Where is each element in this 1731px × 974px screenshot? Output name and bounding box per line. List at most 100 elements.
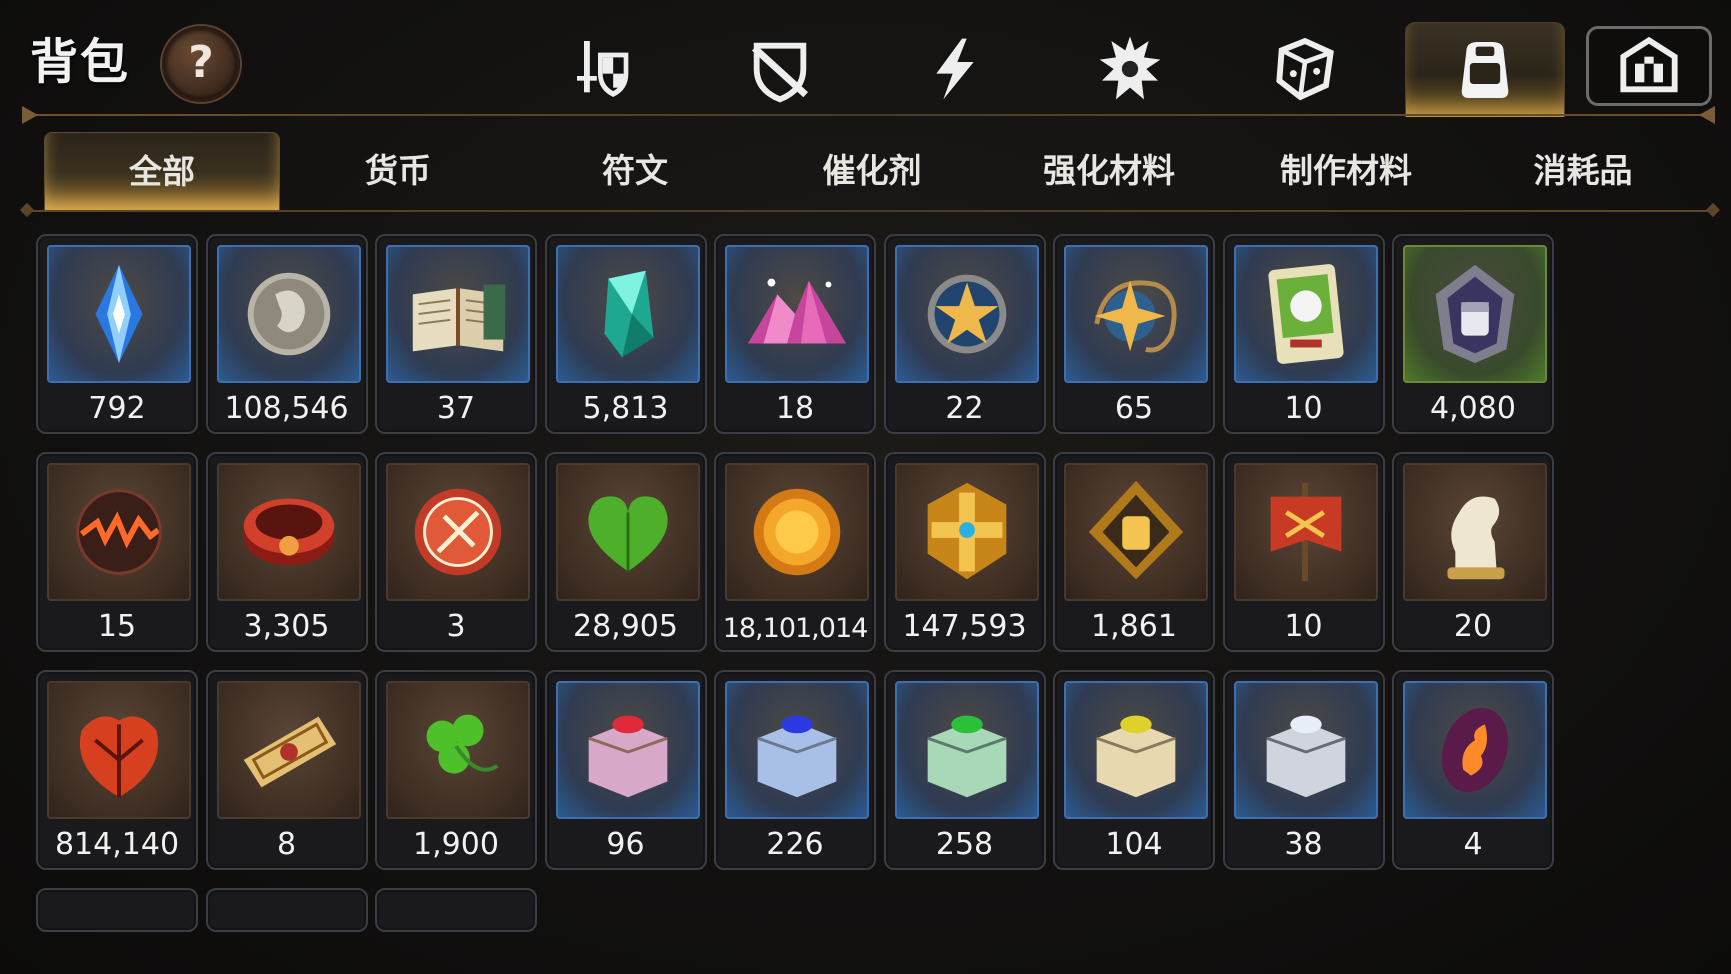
lightning-icon <box>936 38 974 100</box>
inventory-item[interactable]: 1,861 <box>1053 452 1215 652</box>
item-count: 96 <box>606 827 645 862</box>
fire-stone-icon <box>1441 707 1509 793</box>
item-count: 18,101,014 <box>722 613 869 644</box>
inventory-item[interactable]: 1,900 <box>375 670 537 870</box>
tab-runes[interactable]: 符文 <box>518 132 752 210</box>
inventory-item[interactable]: 3,305 <box>205 452 368 652</box>
pink-ore-icon <box>747 278 847 344</box>
red-ring-icon <box>243 498 334 566</box>
teal-crystal-icon <box>603 270 654 358</box>
tab-lightning[interactable] <box>880 22 1030 116</box>
inventory-grid: 792 108,546 37 5,813 18 22 65 10 4,080 15 3,305 3 28… <box>36 234 1696 974</box>
inventory-item[interactable]: 792 <box>36 234 198 434</box>
inventory-item[interactable]: 18 <box>714 234 876 434</box>
inventory-item-partial[interactable] <box>36 888 198 932</box>
inventory-item[interactable]: 28,905 <box>544 452 707 652</box>
item-count: 814,140 <box>54 827 180 862</box>
item-count: 37 <box>436 391 476 426</box>
tab-castle[interactable] <box>1586 26 1712 106</box>
gold-gem-chest-icon <box>1096 715 1176 798</box>
tab-sword-shield[interactable] <box>530 22 680 116</box>
red-banner-icon <box>1270 482 1341 582</box>
item-icon-frame <box>1403 463 1547 601</box>
inventory-item[interactable]: 96 <box>544 670 707 870</box>
inventory-item-partial[interactable] <box>205 888 368 932</box>
blue-gem-chest-icon <box>757 715 837 798</box>
item-count: 108,546 <box>224 391 349 426</box>
spiky-emblem-icon <box>1099 36 1161 100</box>
item-icon-frame <box>725 245 869 383</box>
inventory-item[interactable]: 20 <box>1392 452 1554 652</box>
item-icon-frame <box>1233 681 1378 819</box>
item-count: 1,861 <box>1091 609 1177 644</box>
item-icon-frame <box>216 245 361 383</box>
inventory-item[interactable]: 8 <box>205 670 368 870</box>
shield-slash-icon <box>751 42 809 103</box>
blue-crystal-icon <box>95 264 143 364</box>
item-icon-frame <box>555 463 700 601</box>
star-amulet-icon <box>1094 280 1177 353</box>
tab-enhance-materials[interactable]: 强化材料 <box>992 132 1226 210</box>
item-icon-frame <box>47 245 191 383</box>
tab-spiky-emblem[interactable] <box>1055 22 1205 116</box>
header-bar: 背包 ? <box>0 0 1731 124</box>
tab-shield-slash[interactable] <box>705 22 855 116</box>
item-icon-frame <box>725 463 869 601</box>
item-icon-frame <box>386 463 530 601</box>
item-count: 20 <box>1453 609 1493 644</box>
tab-crafting-materials[interactable]: 制作材料 <box>1229 132 1463 210</box>
inventory-item[interactable]: 22 <box>883 234 1046 434</box>
tab-all[interactable]: 全部 <box>44 132 280 211</box>
inventory-item[interactable]: 18,101,014 <box>714 452 876 652</box>
page-title: 背包 <box>30 34 131 90</box>
help-button[interactable]: ? <box>162 26 240 102</box>
inventory-item[interactable]: 147,593 <box>883 452 1046 652</box>
item-icon-frame <box>894 245 1039 383</box>
inventory-item[interactable]: 226 <box>714 670 876 870</box>
inventory-item-partial[interactable] <box>375 888 537 932</box>
book-icon <box>412 284 506 352</box>
inventory-item[interactable]: 4 <box>1392 670 1554 870</box>
inventory-item[interactable]: 814,140 <box>36 670 198 870</box>
inventory-item[interactable]: 4,080 <box>1392 234 1554 434</box>
item-icon-frame <box>1064 463 1208 601</box>
item-count: 147,593 <box>902 609 1027 644</box>
item-icon-frame <box>216 463 361 601</box>
fist-emblem-icon <box>1435 264 1515 364</box>
tab-catalysts[interactable]: 催化剂 <box>755 132 989 210</box>
divider-cap-left <box>22 106 38 124</box>
item-icon-frame <box>894 463 1039 601</box>
green-gem-chest-icon <box>926 715 1007 798</box>
item-icon-frame <box>1403 245 1547 383</box>
silver-coin-icon <box>247 272 330 356</box>
item-icon-frame <box>1064 245 1208 383</box>
tab-backpack[interactable] <box>1405 22 1565 117</box>
item-count: 4 <box>1463 827 1483 862</box>
tab-consumables[interactable]: 消耗品 <box>1466 132 1700 210</box>
inventory-item[interactable]: 10 <box>1222 452 1385 652</box>
inventory-item[interactable]: 3 <box>375 452 537 652</box>
tab-currency[interactable]: 货币 <box>281 132 515 210</box>
item-icon-frame <box>1233 245 1378 383</box>
inventory-item[interactable]: 108,546 <box>205 234 368 434</box>
inventory-item[interactable]: 37 <box>375 234 537 434</box>
item-count: 22 <box>945 391 984 426</box>
inventory-item[interactable]: 10 <box>1222 234 1385 434</box>
item-icon-frame <box>47 463 191 601</box>
item-count: 10 <box>1284 391 1323 426</box>
item-icon-frame <box>894 681 1039 819</box>
item-count: 1,900 <box>413 827 499 862</box>
tab-dice[interactable] <box>1230 22 1380 116</box>
item-count: 226 <box>766 827 824 862</box>
sword-shield-icon <box>577 41 629 97</box>
inventory-item[interactable]: 15 <box>36 452 198 652</box>
lava-orb-icon <box>76 489 162 575</box>
item-count: 5,813 <box>582 391 669 426</box>
inventory-item[interactable]: 104 <box>1053 670 1215 870</box>
inventory-item[interactable]: 38 <box>1222 670 1385 870</box>
inventory-item[interactable]: 258 <box>883 670 1046 870</box>
item-count: 10 <box>1284 609 1323 644</box>
inventory-item[interactable]: 65 <box>1053 234 1215 434</box>
inventory-item[interactable]: 5,813 <box>544 234 707 434</box>
divider-cap-right <box>1699 106 1715 124</box>
